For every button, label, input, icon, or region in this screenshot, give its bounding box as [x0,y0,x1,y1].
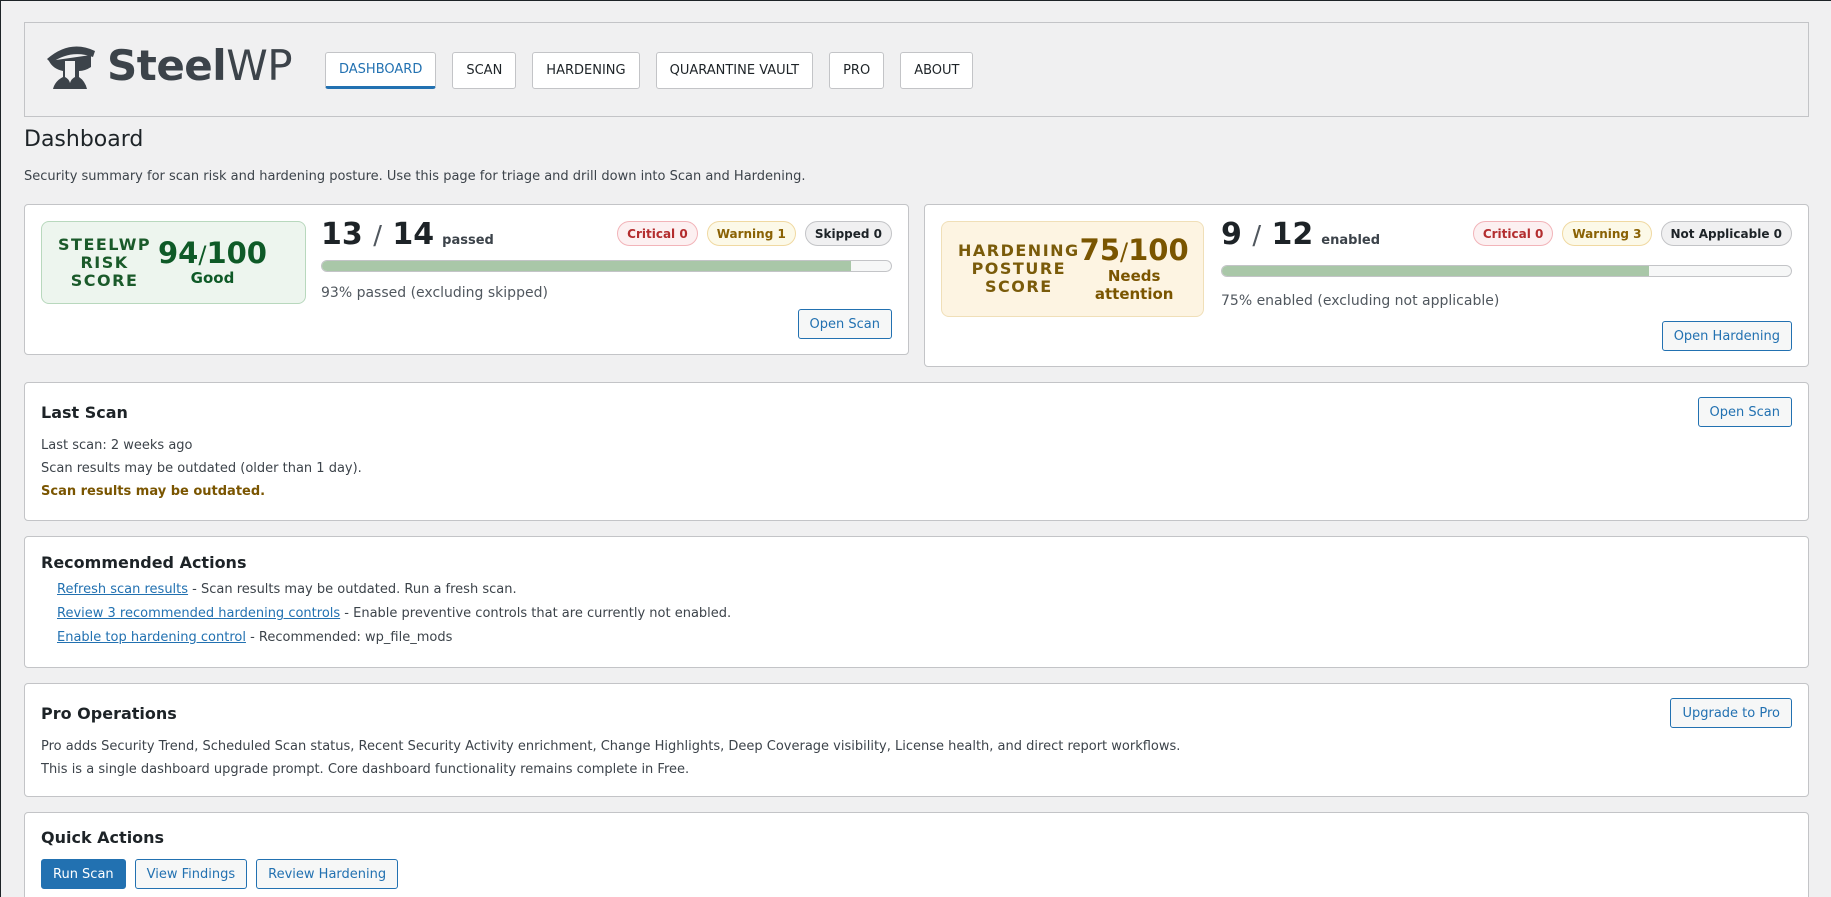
steelwp-logo: SteelWP [41,37,293,95]
hardening-score-card: Hardening Posture Score 75/100 Needs att… [924,204,1809,367]
list-item: Enable top hardening control - Recommend… [57,630,453,645]
quick-actions-buttons: Run Scan View Findings Review Hardening [41,859,399,889]
upgrade-to-pro-button[interactable]: Upgrade to Pro [1670,698,1792,728]
refresh-scan-link[interactable]: Refresh scan results [57,582,188,597]
warning-badge: Warning 1 [706,221,796,246]
run-scan-button[interactable]: Run Scan [41,859,126,889]
enable-top-control-link[interactable]: Enable top hardening control [57,630,246,645]
tab-about[interactable]: About [900,52,974,89]
critical-badge: Critical 0 [617,221,698,246]
critical-badge: Critical 0 [1472,221,1554,246]
quick-actions-title: Quick Actions [41,828,165,847]
hardening-score-box: Hardening Posture Score 75/100 Needs att… [941,221,1204,317]
open-scan-button[interactable]: Open Scan [1697,397,1792,427]
scan-progress-bar [321,260,892,272]
not-applicable-badge: Not Applicable 0 [1660,221,1792,246]
tab-dashboard[interactable]: Dashboard [325,52,437,89]
scan-progress-note: 93% passed (excluding skipped) [321,285,548,301]
tab-quarantine-vault[interactable]: Quarantine Vault [655,52,814,89]
open-scan-button[interactable]: Open Scan [797,309,892,339]
anvil-helmet-icon [47,46,95,89]
logo-text-bold: Steel [107,41,227,90]
hardening-status: Needs attention [1094,266,1174,303]
scan-badges: Critical 0 Warning 1 Skipped 0 [617,221,892,246]
list-item: Refresh scan results - Scan results may … [57,582,517,597]
tab-hardening[interactable]: Hardening [532,52,640,89]
open-hardening-button[interactable]: Open Hardening [1661,321,1792,351]
skipped-badge: Skipped 0 [804,221,892,246]
recommended-actions-card: Recommended Actions Refresh scan results… [24,536,1809,668]
list-item: Review 3 recommended hardening controls … [57,606,732,621]
plugin-header: SteelWP Dashboard Scan Hardening Quarant… [24,22,1809,117]
hardening-progress-note: 75% enabled (excluding not applicable) [1221,293,1500,309]
page-title: Dashboard [24,127,144,152]
main-nav: Dashboard Scan Hardening Quarantine Vaul… [325,52,974,89]
last-scan-warning: Scan results may be outdated. [41,484,266,499]
logo-text-light: WP [226,41,293,90]
last-scan-time: Last scan: 2 weeks ago [41,438,193,453]
tab-scan[interactable]: Scan [452,52,517,89]
warning-badge: Warning 3 [1562,221,1652,246]
scan-progress-fill [322,261,852,271]
last-scan-card: Last Scan Open Scan Last scan: 2 weeks a… [24,382,1809,521]
scan-passed-count: 13 / 14 passed [321,217,494,252]
hardening-score-value: 75/100 Needs attention [1079,233,1189,303]
review-hardening-controls-link[interactable]: Review 3 recommended hardening controls [57,606,340,621]
view-findings-button[interactable]: View Findings [134,859,248,889]
recommended-actions-title: Recommended Actions [41,553,247,572]
risk-status: Good [190,269,235,288]
review-hardening-button[interactable]: Review Hardening [256,859,399,889]
pro-operations-title: Pro Operations [41,704,177,723]
risk-score-box: SteelWP Risk Score 94/100 Good [41,221,306,304]
page-description: Security summary for scan risk and harde… [24,169,806,184]
tab-pro[interactable]: Pro [829,52,885,89]
last-scan-outdated-note: Scan results may be outdated (older than… [41,461,362,476]
last-scan-title: Last Scan [41,403,128,422]
hardening-progress-fill [1222,266,1649,276]
hardening-enabled-count: 9 / 12 enabled [1221,217,1381,252]
hardening-progress-bar [1221,265,1792,277]
quick-actions-card: Quick Actions Run Scan View Findings Rev… [24,812,1809,897]
hardening-badges: Critical 0 Warning 3 Not Applicable 0 [1472,221,1792,246]
pro-description: Pro adds Security Trend, Scheduled Scan … [41,739,1181,754]
risk-score-value: 94/100 Good [158,235,267,288]
pro-operations-card: Pro Operations Upgrade to Pro Pro adds S… [24,683,1809,797]
risk-score-label: SteelWP Risk Score [58,234,152,290]
risk-score-card: SteelWP Risk Score 94/100 Good 13 / 14 pa… [24,204,909,355]
pro-note: This is a single dashboard upgrade promp… [41,762,690,777]
hardening-score-label: Hardening Posture Score [958,241,1080,296]
